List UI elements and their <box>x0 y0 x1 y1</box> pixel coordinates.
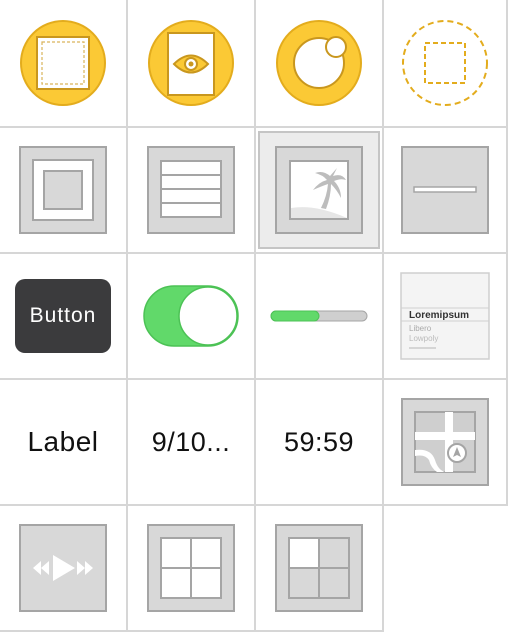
palette-item-button[interactable]: Button <box>0 254 128 380</box>
palette-item-map[interactable] <box>384 380 508 506</box>
palette-empty-cell <box>384 506 508 634</box>
palette-item-page-indicator[interactable]: 9/10... <box>128 380 256 506</box>
palette-item-grid-partial[interactable] <box>256 506 384 632</box>
palette-item-table[interactable] <box>128 128 256 254</box>
media-controls-icon <box>19 524 107 612</box>
object-library-palette: Button Loremipsum Libero Lowpoly Label 9… <box>0 0 508 634</box>
label-preview: Label <box>27 426 99 457</box>
text-block-icon: Loremipsum Libero Lowpoly <box>400 272 490 360</box>
palette-item-group[interactable] <box>256 0 384 128</box>
palette-item-image[interactable] <box>256 128 384 254</box>
palette-item-container[interactable] <box>0 128 128 254</box>
button-preview: Button <box>15 279 111 353</box>
dashed-square-icon <box>402 20 488 106</box>
palette-item-slider[interactable] <box>256 254 384 380</box>
palette-item-timer[interactable]: 59:59 <box>256 380 384 506</box>
grid-partial-icon <box>275 524 363 612</box>
palette-item-placeholder[interactable] <box>384 0 508 128</box>
nested-square-icon <box>19 146 107 234</box>
text-line-1: Loremipsum <box>409 310 469 321</box>
eye-document-icon <box>148 20 234 106</box>
palette-item-label[interactable]: Label <box>0 380 128 506</box>
text-line-2: Libero <box>409 324 432 333</box>
palette-item-switch[interactable] <box>128 254 256 380</box>
slider-icon <box>270 310 368 322</box>
group-circle-icon <box>276 20 362 106</box>
palette-item-grid[interactable] <box>128 506 256 632</box>
grid-icon <box>147 524 235 612</box>
slider-fill <box>270 310 320 322</box>
table-rows-icon <box>147 146 235 234</box>
text-line-3: Lowpoly <box>409 334 438 343</box>
view-controller-icon <box>20 20 106 106</box>
selected-highlight <box>258 131 380 249</box>
palette-item-view[interactable] <box>0 0 128 128</box>
palette-item-separator[interactable] <box>384 128 508 254</box>
timer-preview: 59:59 <box>283 426 355 457</box>
page-indicator-preview: 9/10... <box>151 426 231 457</box>
map-icon <box>401 398 489 486</box>
toggle-switch-icon <box>143 285 239 347</box>
palette-item-preview[interactable] <box>128 0 256 128</box>
palette-item-text[interactable]: Loremipsum Libero Lowpoly <box>384 254 508 380</box>
image-palm-icon <box>275 146 363 234</box>
palette-item-movie[interactable] <box>0 506 128 632</box>
separator-line-icon <box>401 146 489 234</box>
